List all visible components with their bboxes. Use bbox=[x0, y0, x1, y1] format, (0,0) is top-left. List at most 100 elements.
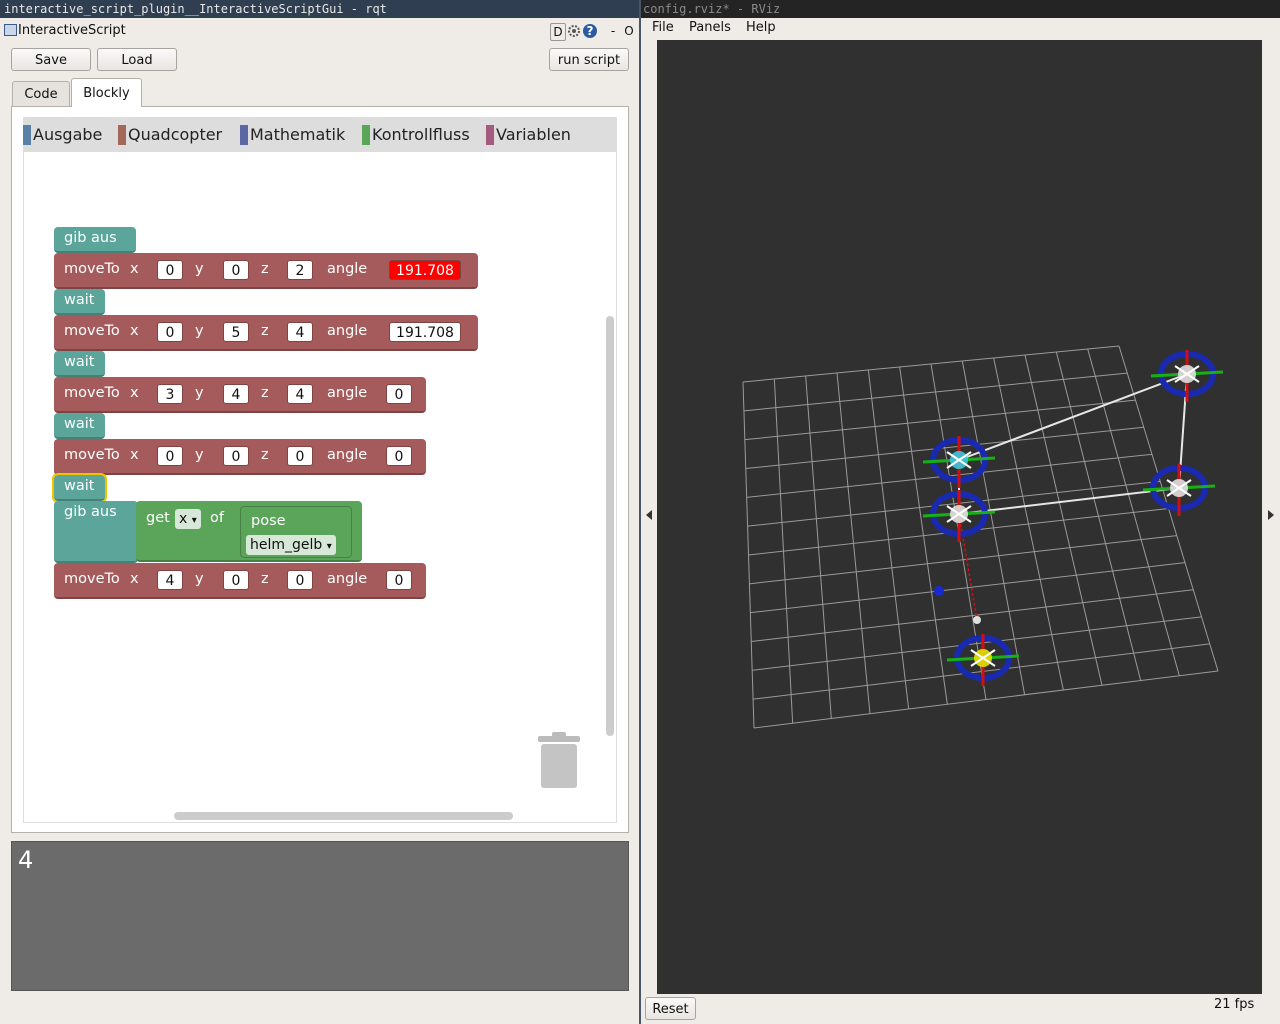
wait-block-selected[interactable]: wait bbox=[52, 473, 107, 503]
x-label: x bbox=[130, 385, 139, 401]
print-block[interactable]: gib aus bbox=[54, 227, 136, 253]
window-title-bar[interactable]: interactive_script_plugin__InteractiveSc… bbox=[0, 0, 639, 18]
z-label: z bbox=[261, 571, 269, 587]
print-label: gib aus bbox=[64, 230, 117, 246]
get-label: get bbox=[146, 510, 170, 526]
x-value[interactable]: 4 bbox=[157, 570, 183, 590]
z-value[interactable]: 0 bbox=[287, 446, 313, 466]
move-to-label: moveTo bbox=[64, 571, 120, 587]
move-to-block[interactable]: moveTo x 0 y 0 z 0 angle 0 bbox=[54, 439, 426, 475]
reset-button[interactable]: Reset bbox=[645, 997, 696, 1020]
d-button[interactable]: D bbox=[550, 23, 566, 41]
y-value[interactable]: 0 bbox=[223, 446, 249, 466]
z-value[interactable]: 4 bbox=[287, 322, 313, 342]
tab-blockly[interactable]: Blockly bbox=[71, 78, 142, 107]
help-icon[interactable]: ? bbox=[583, 24, 597, 38]
wait-block[interactable]: wait bbox=[54, 289, 105, 315]
x-label: x bbox=[130, 571, 139, 587]
angle-value[interactable]: 0 bbox=[386, 570, 412, 590]
drone-marker bbox=[1142, 464, 1216, 516]
left-panel-toggle[interactable] bbox=[641, 40, 657, 994]
move-to-block[interactable]: moveTo x 3 y 4 z 4 angle 0 bbox=[54, 377, 426, 413]
z-label: z bbox=[261, 385, 269, 401]
of-label: of bbox=[210, 510, 224, 526]
white-marker bbox=[973, 616, 981, 624]
object-dropdown[interactable]: helm_gelb ▾ bbox=[246, 535, 336, 555]
x-value[interactable]: 0 bbox=[157, 446, 183, 466]
get-property-block[interactable]: get x ▾ of pose helm_gelb ▾ bbox=[136, 501, 362, 562]
save-button[interactable]: Save bbox=[11, 48, 91, 71]
category-kontrollfluss[interactable]: Kontrollfluss bbox=[362, 125, 470, 145]
category-variablen[interactable]: Variablen bbox=[486, 125, 571, 145]
chevron-down-icon: ▾ bbox=[191, 515, 197, 526]
y-value[interactable]: 0 bbox=[223, 260, 249, 280]
x-value[interactable]: 3 bbox=[157, 384, 183, 404]
y-value[interactable]: 0 bbox=[223, 570, 249, 590]
fps-counter: 21 fps bbox=[1214, 997, 1255, 1012]
y-label: y bbox=[195, 261, 204, 277]
angle-value[interactable]: 0 bbox=[386, 384, 412, 404]
menu-bar bbox=[641, 18, 1280, 40]
wait-block[interactable]: wait bbox=[54, 351, 105, 377]
z-value[interactable]: 0 bbox=[287, 570, 313, 590]
print-block[interactable]: gib aus bbox=[54, 501, 138, 563]
category-quadcopter[interactable]: Quadcopter bbox=[118, 125, 222, 145]
move-to-label: moveTo bbox=[64, 323, 120, 339]
wait-label: wait bbox=[64, 292, 95, 308]
pose-block[interactable]: pose helm_gelb ▾ bbox=[240, 506, 352, 558]
x-value[interactable]: 0 bbox=[157, 260, 183, 280]
angle-label: angle bbox=[327, 385, 368, 401]
gear-icon[interactable] bbox=[567, 23, 581, 39]
console-text: 4 bbox=[18, 846, 34, 874]
horizontal-scrollbar[interactable] bbox=[174, 812, 513, 820]
y-label: y bbox=[195, 447, 204, 463]
wait-label: wait bbox=[64, 354, 95, 370]
wait-block[interactable]: wait bbox=[54, 413, 105, 439]
status-bar bbox=[641, 994, 1280, 1024]
wait-label: wait bbox=[64, 416, 95, 432]
rviz-title-bar[interactable]: config.rviz* - RViz bbox=[641, 0, 1280, 18]
minimize-button[interactable]: - bbox=[608, 23, 618, 39]
y-label: y bbox=[195, 323, 204, 339]
y-label: y bbox=[195, 385, 204, 401]
category-mathematik[interactable]: Mathematik bbox=[240, 125, 345, 145]
move-to-block[interactable]: moveTo x 0 y 0 z 2 angle 191.708 bbox=[54, 253, 478, 289]
3d-viewport[interactable] bbox=[657, 40, 1262, 994]
run-script-button[interactable]: run script bbox=[549, 48, 629, 71]
move-to-block[interactable]: moveTo x 0 y 5 z 4 angle 191.708 bbox=[54, 315, 478, 351]
drone-marker bbox=[1150, 350, 1224, 402]
trash-icon[interactable] bbox=[538, 732, 580, 790]
tab-code[interactable]: Code bbox=[12, 81, 70, 107]
right-panel-toggle[interactable] bbox=[1262, 40, 1280, 994]
scene-svg bbox=[742, 345, 1224, 729]
print-label: gib aus bbox=[64, 504, 117, 520]
plugin-name: InteractiveScript bbox=[18, 23, 126, 38]
angle-value[interactable]: 191.708 bbox=[389, 322, 461, 342]
menu-panels[interactable]: Panels bbox=[689, 20, 731, 35]
vertical-scrollbar[interactable] bbox=[606, 316, 614, 736]
angle-label: angle bbox=[327, 261, 368, 277]
move-to-label: moveTo bbox=[64, 261, 120, 277]
menu-file[interactable]: File bbox=[652, 20, 674, 35]
angle-value[interactable]: 0 bbox=[386, 446, 412, 466]
y-value[interactable]: 4 bbox=[223, 384, 249, 404]
wait-label: wait bbox=[64, 478, 95, 494]
angle-value[interactable]: 191.708 bbox=[389, 260, 461, 280]
move-to-label: moveTo bbox=[64, 447, 120, 463]
chevron-down-icon: ▾ bbox=[326, 541, 332, 552]
close-button[interactable]: O bbox=[623, 23, 635, 39]
load-button[interactable]: Load bbox=[97, 48, 177, 71]
move-to-block[interactable]: moveTo x 4 y 0 z 0 angle 0 bbox=[54, 563, 426, 599]
pose-label: pose bbox=[251, 513, 286, 529]
move-to-label: moveTo bbox=[64, 385, 120, 401]
console-output bbox=[11, 841, 629, 991]
property-dropdown[interactable]: x ▾ bbox=[175, 509, 201, 529]
y-value[interactable]: 5 bbox=[223, 322, 249, 342]
x-value[interactable]: 0 bbox=[157, 322, 183, 342]
menu-help[interactable]: Help bbox=[746, 20, 776, 35]
z-value[interactable]: 2 bbox=[287, 260, 313, 280]
category-ausgabe[interactable]: Ausgabe bbox=[23, 125, 102, 145]
z-label: z bbox=[261, 323, 269, 339]
x-label: x bbox=[130, 261, 139, 277]
z-value[interactable]: 4 bbox=[287, 384, 313, 404]
